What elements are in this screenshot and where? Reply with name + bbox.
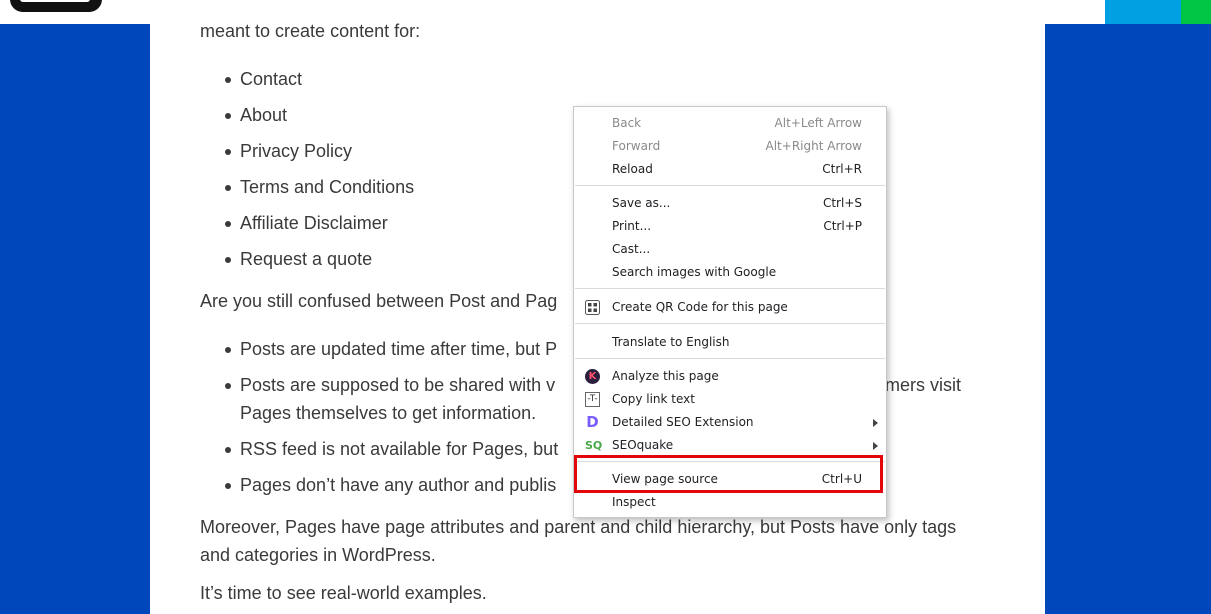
qr-code-icon — [585, 300, 600, 315]
list-item-privacy: Privacy Policy — [224, 137, 352, 165]
menu-item-inspect[interactable]: Inspect — [574, 491, 886, 514]
list-item-rss: RSS feed is not available for Pages, but — [224, 435, 558, 463]
menu-item-analyze-page[interactable]: K Analyze this page — [574, 365, 886, 388]
header-search-button[interactable] — [1105, 0, 1181, 24]
menu-separator — [575, 358, 885, 359]
menu-item-cast[interactable]: Cast... — [574, 238, 886, 261]
header-menu-button[interactable] — [1181, 0, 1211, 24]
list-item-posts-shared-line2: Pages themselves to get information. — [240, 403, 537, 423]
list-item-posts-shared: Posts are supposed to be shared with v — [224, 371, 555, 399]
menu-item-save-as[interactable]: Save as... Ctrl+S — [574, 192, 886, 215]
detailed-seo-icon: D — [586, 413, 599, 431]
menu-item-back[interactable]: Back Alt+Left Arrow — [574, 112, 886, 135]
menu-separator — [575, 288, 885, 289]
menu-item-seoquake[interactable]: SQ SEOquake — [574, 434, 886, 457]
menu-item-reload[interactable]: Reload Ctrl+R — [574, 158, 886, 181]
submenu-arrow-icon — [873, 442, 878, 450]
paragraph-line2: and categories in WordPress. — [200, 545, 436, 565]
list-item-about: About — [224, 101, 287, 129]
menu-item-copy-link-text[interactable]: -T- Copy link text — [574, 388, 886, 411]
menu-item-forward[interactable]: Forward Alt+Right Arrow — [574, 135, 886, 158]
list-item-contact: Contact — [224, 65, 302, 93]
intro-text: meant to create content for: — [200, 21, 421, 41]
menu-item-qr-code[interactable]: Create QR Code for this page — [574, 296, 886, 319]
menu-item-translate[interactable]: Translate to English — [574, 331, 886, 354]
k-extension-icon: K — [585, 369, 600, 384]
menu-item-detailed-seo[interactable]: D Detailed SEO Extension — [574, 411, 886, 434]
submenu-arrow-icon — [873, 419, 878, 427]
menu-separator — [575, 185, 885, 186]
list-item-terms: Terms and Conditions — [224, 173, 414, 201]
list-item-author: Pages don’t have any author and publis — [224, 471, 556, 499]
menu-item-search-images[interactable]: Search images with Google — [574, 261, 886, 284]
view-source-highlight-box — [574, 455, 883, 493]
text-extension-icon: -T- — [585, 392, 600, 407]
paragraph-examples: It’s time to see real-world examples. — [200, 583, 487, 603]
seoquake-icon: SQ — [585, 439, 603, 452]
list-item-posts-updated: Posts are updated time after time, but P — [224, 335, 557, 363]
question-text: Are you still confused between Post and … — [200, 291, 558, 311]
menu-separator — [575, 323, 885, 324]
list-item-affiliate: Affiliate Disclaimer — [225, 209, 388, 237]
site-logo[interactable] — [10, 0, 102, 12]
list-item-quote: Request a quote — [224, 245, 372, 273]
menu-item-print[interactable]: Print... Ctrl+P — [574, 215, 886, 238]
list-item-posts-shared-tail: mers visit — [885, 375, 961, 395]
